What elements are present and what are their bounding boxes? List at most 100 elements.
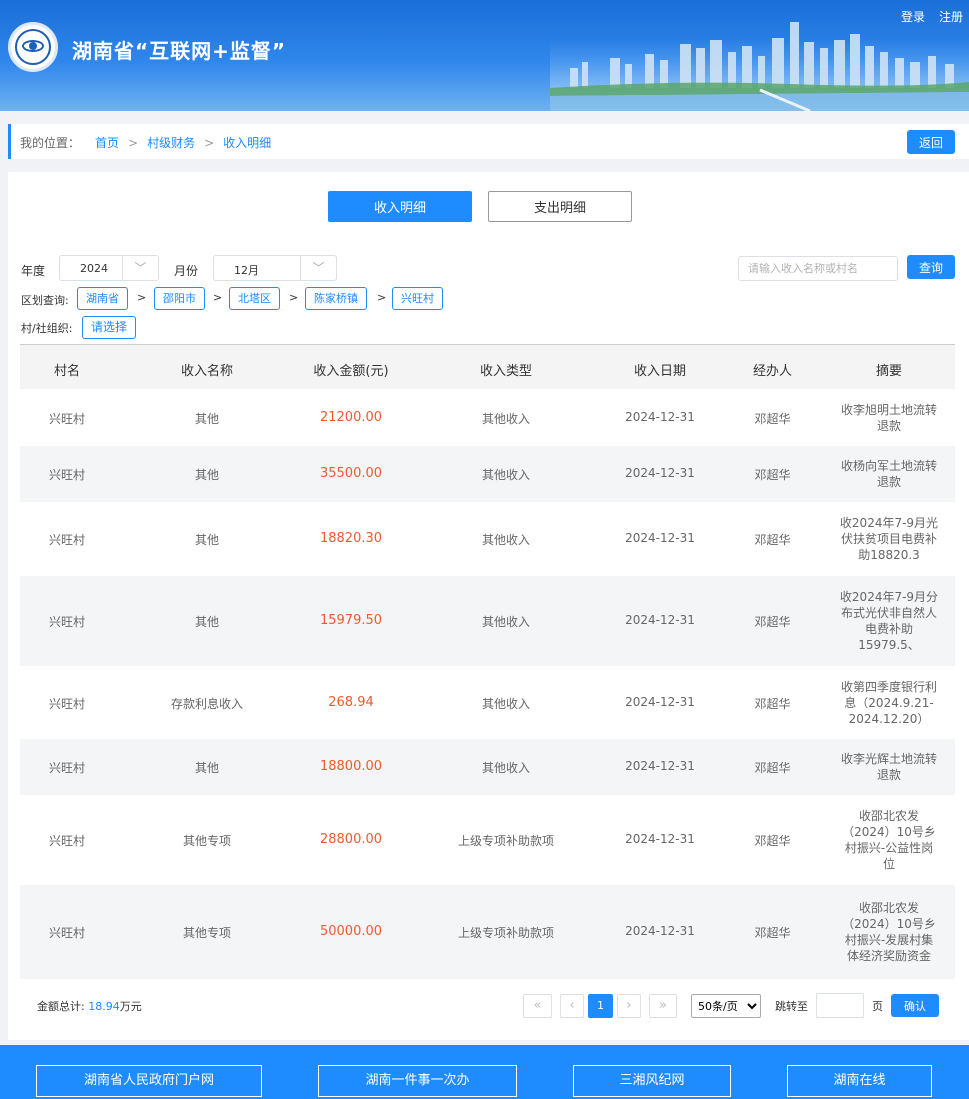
cell-type: 其他收入 [481, 761, 530, 775]
total-value: 18.94 [88, 1000, 120, 1013]
chevron-down-icon: ﹀ [122, 256, 158, 280]
query-button[interactable]: 查询 [907, 255, 955, 279]
memo-line: 收邵北农发 [858, 809, 919, 823]
breadcrumb-sep: > [128, 136, 139, 150]
memo-line: 助18820.3 [858, 548, 920, 562]
main-panel: 收入明细 支出明细 年度 2024 ﹀ 月份 12月 ﹀ 查询 区划查询: 湖南… [8, 172, 969, 1040]
income-table: 村名 收入名称 收入金额(元) 收入类型 收入日期 经办人 摘要 兴旺村 其他 21… [20, 344, 955, 979]
footer-link-one-stop[interactable]: 湖南一件事一次办 [318, 1065, 517, 1097]
breadcrumb-bar: 我的位置： 首页 > 村级财务 > 收入明细 返回 [8, 124, 969, 159]
month-label: 月份 [174, 264, 199, 278]
confirm-jump-button[interactable]: 确认 [891, 994, 939, 1017]
memo-line: 退款 [876, 768, 901, 782]
chevron-down-icon: ﹀ [300, 256, 336, 280]
region-city[interactable]: 邵阳市 [154, 287, 205, 310]
table-row: 兴旺村 其他 21200.00 其他收入 2024-12-31 邓超华 收李旭明土地流转 退款 [20, 389, 955, 446]
total-amount: 金额总计: 18.94万元 [37, 998, 142, 1014]
footer-link-discipline[interactable]: 三湘风纪网 [573, 1065, 731, 1097]
jump-label: 跳转至 [775, 1000, 808, 1013]
cell-type: 上级专项补助款项 [457, 926, 554, 940]
breadcrumb-home[interactable]: 首页 [95, 136, 119, 150]
cell-type: 上级专项补助款项 [457, 834, 554, 848]
footer-link-gov-portal[interactable]: 湖南省人民政府门户网 [36, 1065, 262, 1097]
table-row: 兴旺村 其他专项 50000.00 上级专项补助款项 2024-12-31 邓超华 收邵北农… [20, 885, 955, 979]
breadcrumb-sep: > [204, 136, 215, 150]
cell-memo: 收杨向军土地流转 退款 [835, 458, 943, 490]
tab-income-detail[interactable]: 收入明细 [328, 191, 472, 222]
cell-handler: 邓超华 [754, 533, 791, 547]
memo-line: （2024）10号乡 [842, 917, 936, 931]
cell-date: 2024-12-31 [625, 924, 695, 938]
cell-amount: 15979.50 [319, 613, 383, 628]
page-1-button[interactable]: 1 [588, 994, 613, 1018]
footer-links-bar: 湖南省人民政府门户网 湖南一件事一次办 三湘风纪网 湖南在线 [0, 1045, 969, 1099]
per-page-select[interactable]: 50条/页 [691, 994, 761, 1018]
cell-type: 其他收入 [481, 615, 530, 629]
region-town[interactable]: 陈家桥镇 [305, 287, 367, 310]
site-header: 湖南省“互联网+监督” 登录 注册 [0, 0, 969, 111]
memo-line: 布式光伏非自然人 [840, 606, 937, 620]
site-logo [8, 22, 58, 72]
breadcrumb-income-detail[interactable]: 收入明细 [223, 136, 271, 150]
city-skyline-image [550, 22, 969, 111]
cell-village: 兴旺村 [48, 615, 85, 629]
month-select[interactable]: 12月 ﹀ [213, 255, 337, 281]
col-amount: 收入金额(元) [313, 364, 389, 379]
memo-line: 2024.12.20） [848, 711, 930, 726]
region-district[interactable]: 北塔区 [229, 287, 280, 310]
region-province[interactable]: 湖南省 [77, 287, 128, 310]
cell-handler: 邓超华 [754, 926, 791, 940]
cell-handler: 邓超华 [754, 696, 791, 711]
col-memo: 摘要 [875, 364, 902, 379]
memo-line: 收邵北农发 [858, 901, 919, 915]
site-title: 湖南省“互联网+监督” [72, 39, 287, 63]
col-village: 村名 [53, 364, 80, 379]
cell-memo: 收李光辉土地流转 退款 [835, 751, 943, 783]
tab-expense-detail[interactable]: 支出明细 [488, 191, 632, 222]
cell-date: 2024-12-31 [625, 409, 695, 424]
region-village[interactable]: 兴旺村 [392, 287, 443, 310]
cell-income-name: 其他 [194, 468, 219, 482]
cell-handler: 邓超华 [754, 615, 791, 629]
cell-amount: 28800.00 [319, 832, 383, 847]
cell-amount: 50000.00 [319, 924, 383, 939]
cell-date: 2024-12-31 [625, 466, 695, 480]
first-page-button[interactable]: « [523, 994, 552, 1018]
breadcrumb: 首页 > 村级财务 > 收入明细 [95, 134, 271, 151]
memo-line: 15979.5、 [858, 638, 920, 652]
cell-village: 兴旺村 [48, 834, 85, 848]
cell-type: 其他收入 [481, 411, 530, 426]
table-row: 兴旺村 其他 35500.00 其他收入 2024-12-31 邓超华 收杨向军土地流转 退款 [20, 446, 955, 502]
cell-date: 2024-12-31 [625, 613, 695, 627]
cell-income-name: 其他 [194, 615, 219, 629]
back-button[interactable]: 返回 [907, 130, 955, 154]
page-unit-label: 页 [872, 1000, 883, 1013]
cell-handler: 邓超华 [754, 411, 791, 426]
jump-page-input[interactable] [816, 993, 864, 1018]
memo-line: 伏扶贫项目电费补 [840, 532, 937, 546]
cell-date: 2024-12-31 [625, 832, 695, 846]
org-label: 村/社组织: [21, 322, 73, 335]
month-value: 12月 [234, 264, 259, 277]
cell-memo: 收2024年7-9月分 布式光伏非自然人 电费补助 15979.5、 [835, 589, 943, 653]
cell-date: 2024-12-31 [625, 759, 695, 773]
memo-line: 收2024年7-9月分 [839, 590, 939, 604]
cell-income-name: 存款利息收入 [170, 696, 243, 711]
next-page-button[interactable]: › [617, 994, 641, 1018]
eye-pupil [29, 42, 37, 50]
cell-date: 2024-12-31 [625, 694, 695, 709]
cell-type: 其他收入 [481, 696, 530, 711]
prev-page-button[interactable]: ‹ [560, 994, 584, 1018]
year-select[interactable]: 2024 ﹀ [59, 255, 159, 281]
memo-line: 息（2024.9.21- [844, 695, 934, 710]
org-select[interactable]: 请选择 [82, 316, 137, 339]
region-sep: > [289, 291, 299, 304]
cell-type: 其他收入 [481, 468, 530, 482]
search-input[interactable] [738, 256, 898, 281]
footer-link-hunan-online[interactable]: 湖南在线 [787, 1065, 932, 1097]
last-page-button[interactable]: » [649, 994, 677, 1018]
memo-line: 收李旭明土地流转 [840, 402, 937, 417]
breadcrumb-village-finance[interactable]: 村级财务 [147, 136, 195, 150]
table-row: 兴旺村 其他 15979.50 其他收入 2024-12-31 邓超华 收2024年7-9月… [20, 576, 955, 666]
memo-line: 退款 [876, 475, 901, 489]
